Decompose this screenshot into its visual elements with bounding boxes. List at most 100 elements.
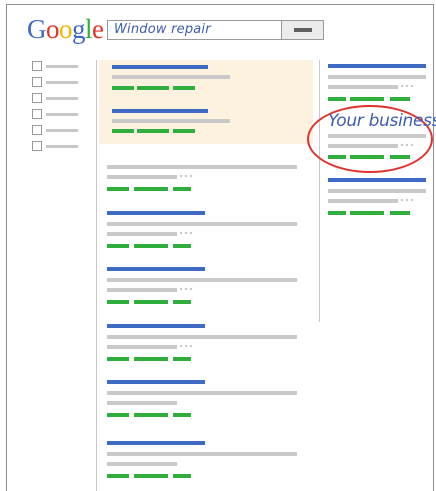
column-divider — [319, 60, 320, 322]
checkbox[interactable] — [32, 109, 42, 119]
checkbox[interactable] — [32, 61, 42, 71]
ellipsis-icon — [180, 175, 195, 179]
result-url[interactable] — [134, 244, 168, 248]
search-query: Window repair — [114, 22, 211, 37]
result-title[interactable] — [107, 441, 205, 445]
result-snippet — [328, 199, 398, 203]
result-url[interactable] — [173, 300, 191, 304]
result-url[interactable] — [134, 413, 168, 417]
result-title[interactable] — [107, 267, 205, 271]
checkbox[interactable] — [32, 77, 42, 87]
result-url[interactable] — [112, 129, 134, 133]
sidebar-filter-item[interactable] — [32, 61, 92, 73]
result-snippet — [107, 462, 177, 466]
result-snippet — [328, 75, 426, 79]
sidebar-filter-item[interactable] — [32, 77, 92, 89]
result-url[interactable] — [137, 86, 169, 90]
google-logo[interactable]: Google — [27, 14, 104, 44]
result-snippet — [107, 175, 177, 179]
result-snippet — [107, 232, 177, 236]
result-url[interactable] — [107, 187, 129, 191]
result-url[interactable] — [328, 97, 346, 101]
sidebar-filter-label — [46, 81, 78, 84]
logo-letter: o — [46, 14, 60, 44]
result-title[interactable] — [328, 178, 426, 182]
checkbox[interactable] — [32, 125, 42, 135]
result-url[interactable] — [350, 155, 384, 159]
result-url[interactable] — [350, 211, 384, 215]
logo-letter: e — [92, 14, 104, 44]
search-bar-icon — [294, 28, 312, 32]
result-url[interactable] — [173, 187, 191, 191]
result-url[interactable] — [107, 413, 129, 417]
result-snippet — [328, 85, 398, 89]
result-title[interactable] — [112, 65, 208, 69]
result-title[interactable] — [107, 324, 205, 328]
result-snippet — [112, 119, 230, 123]
result-title[interactable] — [107, 211, 205, 215]
sidebar-filter-item[interactable] — [32, 141, 92, 153]
result-snippet — [328, 144, 398, 148]
result-title[interactable] — [328, 64, 426, 68]
result-snippet — [107, 165, 297, 169]
result-title[interactable] — [107, 380, 205, 384]
sidebar-filter-label — [46, 65, 78, 68]
result-url[interactable] — [107, 300, 129, 304]
result-snippet — [107, 222, 297, 226]
result-snippet — [107, 335, 297, 339]
result-snippet — [107, 401, 177, 405]
sidebar-filter-item[interactable] — [32, 109, 92, 121]
result-snippet — [107, 452, 297, 456]
checkbox[interactable] — [32, 93, 42, 103]
result-url[interactable] — [173, 129, 195, 133]
sidebar-filter-label — [46, 113, 78, 116]
sidebar-filter-item[interactable] — [32, 125, 92, 137]
result-url[interactable] — [112, 86, 134, 90]
search-input[interactable]: Window repair — [107, 20, 324, 40]
ellipsis-icon — [180, 345, 195, 349]
logo-letter: g — [72, 14, 86, 44]
sidebar-filter-label — [46, 145, 78, 148]
your-business-label: Your business — [328, 111, 436, 131]
checkbox[interactable] — [32, 141, 42, 151]
result-url[interactable] — [390, 155, 410, 159]
result-url[interactable] — [107, 474, 129, 478]
ellipsis-icon — [401, 85, 416, 89]
ellipsis-icon — [401, 144, 416, 148]
result-snippet — [107, 278, 297, 282]
result-url[interactable] — [390, 211, 410, 215]
sidebar-filter-item[interactable] — [32, 93, 92, 105]
sidebar-filter-label — [46, 97, 78, 100]
result-url[interactable] — [173, 357, 191, 361]
result-url[interactable] — [134, 300, 168, 304]
result-url[interactable] — [134, 474, 168, 478]
column-divider — [96, 60, 97, 491]
logo-letter: o — [59, 14, 73, 44]
search-button[interactable] — [281, 21, 323, 39]
result-url[interactable] — [328, 211, 346, 215]
result-url[interactable] — [173, 474, 191, 478]
ellipsis-icon — [180, 288, 195, 292]
result-snippet — [112, 75, 230, 79]
logo-letter: G — [27, 14, 47, 44]
result-title[interactable] — [112, 109, 208, 113]
result-url[interactable] — [134, 357, 168, 361]
result-snippet — [107, 288, 177, 292]
result-url[interactable] — [107, 357, 129, 361]
result-url[interactable] — [328, 155, 346, 159]
result-url[interactable] — [137, 129, 169, 133]
ellipsis-icon — [401, 199, 416, 203]
result-snippet — [328, 189, 426, 193]
result-url[interactable] — [134, 187, 168, 191]
result-url[interactable] — [173, 86, 195, 90]
result-url[interactable] — [107, 244, 129, 248]
result-url[interactable] — [173, 244, 191, 248]
result-url[interactable] — [350, 97, 384, 101]
result-url[interactable] — [173, 413, 191, 417]
sidebar-filter-label — [46, 129, 78, 132]
result-snippet — [107, 345, 177, 349]
result-snippet — [328, 134, 426, 138]
logo-letter: l — [85, 14, 93, 44]
result-url[interactable] — [390, 97, 410, 101]
ellipsis-icon — [180, 232, 195, 236]
